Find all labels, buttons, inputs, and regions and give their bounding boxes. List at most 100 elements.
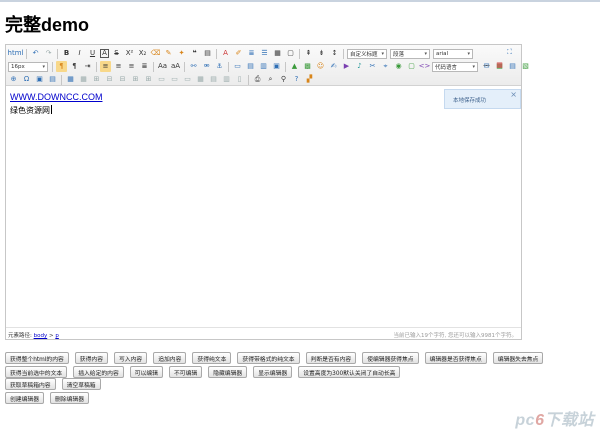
insertrow-icon[interactable]: ⊟ <box>104 74 115 85</box>
clear-local-data-button[interactable]: 清空草稿箱 <box>61 378 101 390</box>
indent-icon[interactable]: ⇥ <box>82 61 93 72</box>
justifyleft-icon[interactable]: ≡ <box>100 61 111 72</box>
splittocells-icon[interactable]: ▦ <box>195 74 206 85</box>
insertparagraphbeforetable-icon[interactable]: ⊞ <box>91 74 102 85</box>
anchor-icon[interactable]: ⚓ <box>214 61 225 72</box>
insertunorderedlist-icon[interactable]: ☰ <box>259 48 270 59</box>
print-icon[interactable]: ⎙ <box>252 74 263 85</box>
set-height-button[interactable]: 设置高度为300默认关闭了自动长高 <box>298 366 401 378</box>
mergeright-icon[interactable]: ▭ <box>169 74 180 85</box>
link-icon[interactable]: ⚯ <box>188 61 199 72</box>
breadcrumb-body[interactable]: body <box>34 333 48 339</box>
insertorderedlist-icon[interactable]: ≣ <box>246 48 257 59</box>
gmap-icon[interactable]: ◉ <box>393 61 404 72</box>
forecolor-icon[interactable]: A <box>220 48 231 59</box>
preview-icon[interactable]: ⌕ <box>265 74 276 85</box>
deleterow-icon[interactable]: ⊟ <box>117 74 128 85</box>
get-selected-text-button[interactable]: 获得当前选中的文本 <box>5 366 68 378</box>
emotion-icon[interactable]: ☺ <box>315 61 326 72</box>
spechars-icon[interactable]: ▧ <box>520 61 531 72</box>
set-focus-button[interactable]: 使编辑器获得焦点 <box>362 352 419 364</box>
italic-icon[interactable]: I <box>74 48 85 59</box>
selectall-icon[interactable]: ▦ <box>272 48 283 59</box>
rowspacingbottom-icon[interactable]: ⇟ <box>316 48 327 59</box>
unlink-icon[interactable]: ⚮ <box>201 61 212 72</box>
redo-icon[interactable]: ↷ <box>43 48 54 59</box>
get-content-button[interactable]: 获得内容 <box>74 352 108 364</box>
map-icon[interactable]: ⌖ <box>380 61 391 72</box>
is-focus-button[interactable]: 编辑器是否获得焦点 <box>424 352 487 364</box>
create-editor-button[interactable]: 创建编辑器 <box>5 392 44 404</box>
fontsize-select[interactable]: 16px ▾ <box>8 61 48 72</box>
date-icon[interactable]: ▦ <box>494 60 505 71</box>
searchreplace-icon[interactable]: ⚲ <box>278 74 289 85</box>
get-local-data-button[interactable]: 获取草稿箱内容 <box>5 378 56 390</box>
append-content-button[interactable]: 追加内容 <box>153 352 187 364</box>
paragraph-select[interactable]: 段落 ▾ <box>390 48 430 59</box>
drafts-icon[interactable]: ▞ <box>304 74 315 85</box>
deletetable-icon[interactable]: ▦ <box>78 74 89 85</box>
splittocols-icon[interactable]: ▥ <box>221 74 232 85</box>
insertimage-icon[interactable]: ▩ <box>302 61 313 72</box>
background-icon[interactable]: ▤ <box>507 61 518 72</box>
justifycenter-icon[interactable]: ≡ <box>113 61 124 72</box>
deletecol-icon[interactable]: ⊞ <box>143 74 154 85</box>
undo-icon[interactable]: ↶ <box>30 48 41 59</box>
wordimage-icon[interactable]: ▤ <box>47 74 58 85</box>
strikethrough-icon[interactable]: S <box>111 48 122 59</box>
simpleupload-icon[interactable]: ▲ <box>289 61 300 72</box>
set-enabled-button[interactable]: 可以编辑 <box>129 366 163 378</box>
justifyjustify-icon[interactable]: ≣ <box>139 61 150 72</box>
editor-content[interactable]: WWW.DOWNCC.COM 绿色资源网 本地保存成功 × <box>6 87 521 327</box>
rowspacingtop-icon[interactable]: ⇞ <box>303 48 314 59</box>
insertframe-icon[interactable]: ▢ <box>406 61 417 72</box>
backcolor-icon[interactable]: ✐ <box>233 48 244 59</box>
inserttable-icon[interactable]: ▦ <box>65 74 76 85</box>
get-all-html-button[interactable]: 获得整个html的内容 <box>5 352 69 364</box>
lineheight-icon[interactable]: ↕ <box>329 48 340 59</box>
delete-editor-button[interactable]: 删除编辑器 <box>50 392 89 404</box>
set-blur-button[interactable]: 编辑器失去焦点 <box>492 352 544 364</box>
mergecells-icon[interactable]: ▭ <box>156 74 167 85</box>
set-content-button[interactable]: 写入内容 <box>114 352 148 364</box>
source-icon[interactable]: html <box>8 48 24 59</box>
imageright-icon[interactable]: ▥ <box>258 61 269 72</box>
blockquote-icon[interactable]: ❝ <box>189 48 200 59</box>
close-icon[interactable]: × <box>510 90 517 100</box>
tolowercase-icon[interactable]: aA <box>170 61 181 72</box>
insertframe2-icon[interactable]: ⊕ <box>8 74 19 85</box>
get-formatted-text-button[interactable]: 获得带格式的纯文本 <box>237 352 300 364</box>
justifyright-icon[interactable]: ≡ <box>126 61 137 72</box>
bold-icon[interactable]: B <box>61 48 72 59</box>
insertcode-icon[interactable]: <> <box>419 61 431 72</box>
set-show-button[interactable]: 显示编辑器 <box>253 366 293 378</box>
splittorows-icon[interactable]: ▤ <box>208 74 219 85</box>
formatmatch-icon[interactable]: ✎ <box>163 48 174 59</box>
pasteplain-icon[interactable]: ▤ <box>202 48 213 59</box>
imagenone-icon[interactable]: ▭ <box>232 61 243 72</box>
has-content-button[interactable]: 判断是否有内容 <box>305 352 357 364</box>
fontfamily-select[interactable]: arial ▾ <box>433 48 473 59</box>
music-icon[interactable]: ♪ <box>354 61 365 72</box>
imagecenter-icon[interactable]: ▣ <box>271 61 282 72</box>
attachment-icon[interactable]: ✂ <box>367 61 378 72</box>
insert-html-button[interactable]: 插入给定的内容 <box>73 366 124 378</box>
insertcol-icon[interactable]: ⊞ <box>130 74 141 85</box>
snapscreen-icon[interactable]: ▣ <box>34 74 45 85</box>
fullscreen-icon[interactable]: ⛶ <box>504 47 515 58</box>
set-disabled-button[interactable]: 不可编辑 <box>168 366 203 378</box>
omega-icon[interactable]: Ω <box>21 74 32 85</box>
doc-link[interactable]: WWW.DOWNCC.COM <box>10 92 102 102</box>
charts-icon[interactable]: ▯ <box>234 74 245 85</box>
insertvideo-icon[interactable]: ▶ <box>341 61 352 72</box>
imageleft-icon[interactable]: ▤ <box>245 61 256 72</box>
directionalityltr-icon[interactable]: ¶ <box>56 61 67 72</box>
customstyle-select[interactable]: 自定义标题 ▾ <box>347 48 387 59</box>
breadcrumb-p[interactable]: p <box>55 333 59 339</box>
fontborder-icon[interactable]: A <box>100 49 109 58</box>
superscript-icon[interactable]: X² <box>124 48 135 59</box>
cleardoc-icon[interactable]: ▢ <box>285 48 296 59</box>
directionalityrtl-icon[interactable]: ¶ <box>69 61 80 72</box>
autotypeset-icon[interactable]: ✦ <box>176 48 187 59</box>
help-icon[interactable]: ? <box>291 74 302 85</box>
